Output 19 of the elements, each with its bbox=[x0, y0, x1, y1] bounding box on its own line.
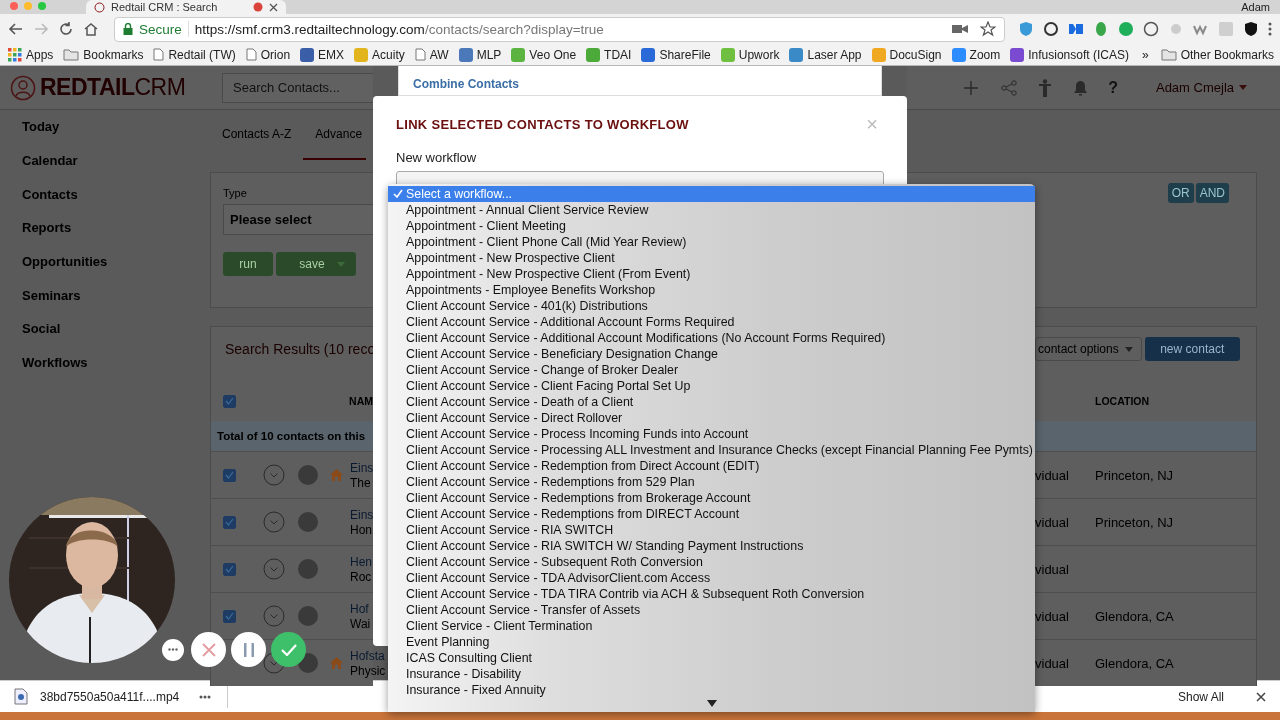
table-cell: Princeton, NJ bbox=[1095, 467, 1174, 483]
table-cell: Princeton, NJ bbox=[1095, 514, 1174, 530]
column-header: LOCATION bbox=[1095, 395, 1150, 407]
table-cell: Glendora, CA bbox=[1095, 608, 1174, 624]
table-cell-text: vidual bbox=[1035, 514, 1070, 530]
total-banner: Total of 10 contacts on this bbox=[211, 421, 373, 451]
tab-title: Redtail CRM : Search bbox=[111, 1, 219, 13]
secure-label: Secure bbox=[139, 21, 182, 37]
column-header: NAM bbox=[349, 395, 373, 407]
table-cell-text: vidual bbox=[1035, 561, 1070, 577]
table-cell-text: vidual bbox=[1035, 467, 1070, 483]
table-cell-text: vidual bbox=[1035, 655, 1070, 671]
type-label: Type bbox=[223, 187, 248, 199]
table-cell-text: vidual bbox=[1035, 608, 1070, 624]
modal-title: LINK SELECTED CONTACTS TO WORKFLOW bbox=[396, 116, 689, 132]
url-text: https://smf.crm3.redtailtechnology.com/contacts/search?display=true bbox=[194, 21, 604, 37]
field-label: New workflow bbox=[396, 150, 478, 165]
table-cell: Glendora, CA bbox=[1095, 655, 1174, 671]
logo-text: REDTAILCRM bbox=[40, 74, 186, 101]
